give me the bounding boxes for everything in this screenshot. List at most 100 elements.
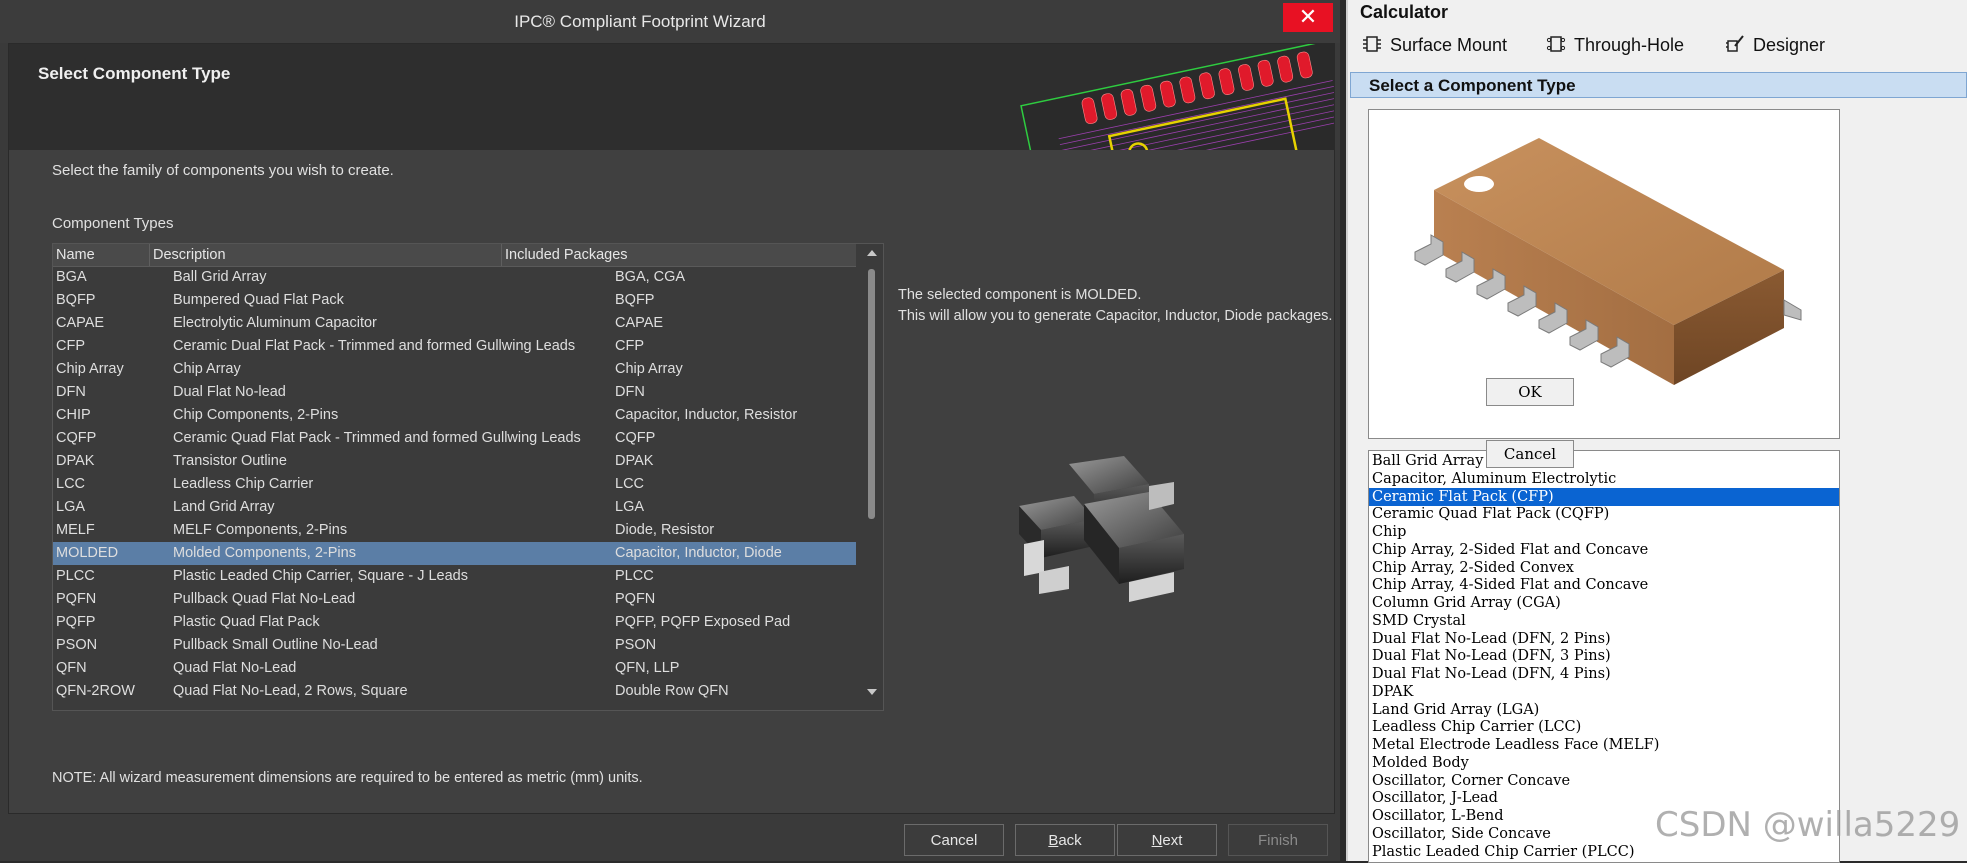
cell-name: PQFN — [56, 591, 97, 607]
cell-description: Ceramic Quad Flat Pack - Trimmed and for… — [173, 430, 581, 446]
ok-button[interactable]: OK — [1486, 378, 1574, 406]
cell-name: QFN — [56, 660, 87, 676]
scrollbar-thumb[interactable] — [868, 269, 875, 519]
section-title: Select a Component Type — [1369, 76, 1576, 95]
column-header-included-packages[interactable]: Included Packages — [502, 244, 693, 266]
cell-included-packages: Capacitor, Inductor, Diode — [615, 545, 782, 561]
table-row[interactable]: PSON Pullback Small Outline No-Lead PSON — [53, 634, 856, 657]
cell-included-packages: PQFN — [615, 591, 656, 607]
close-button[interactable]: ✕ — [1283, 3, 1333, 32]
tab-label: Surface Mount — [1390, 35, 1508, 55]
cell-included-packages: Double Row QFN — [615, 683, 729, 699]
table-row[interactable]: CAPAE Electrolytic Aluminum Capacitor CAPA… — [53, 312, 856, 335]
column-header-name[interactable]: Name — [53, 244, 150, 266]
wizard-titlebar: IPC® Compliant Footprint Wizard ✕ — [0, 0, 1340, 43]
scroll-down-icon[interactable] — [867, 689, 877, 695]
list-item[interactable]: Ceramic Quad Flat Pack (CQFP) — [1369, 505, 1839, 523]
cell-name: PSON — [56, 637, 98, 653]
cell-included-packages: PSON — [615, 637, 657, 653]
cell-included-packages: Diode, Resistor — [615, 522, 715, 538]
cancel-button[interactable]: Cancel — [904, 824, 1004, 856]
cell-name: PLCC — [56, 568, 95, 584]
cell-name: CFP — [56, 338, 85, 354]
list-item[interactable]: Oscillator, Corner Concave — [1369, 772, 1839, 790]
list-item[interactable]: Dual Flat No-Lead (DFN, 3 Pins) — [1369, 647, 1839, 665]
calculator-title: Calculator — [1360, 2, 1449, 22]
cell-name: CHIP — [56, 407, 91, 423]
cell-description: Quad Flat No-Lead — [173, 660, 297, 676]
component-types-table[interactable]: Name Description Included Packages BGA Ba… — [52, 243, 884, 711]
list-item[interactable]: Land Grid Array (LGA) — [1369, 701, 1839, 719]
cell-name: CAPAE — [56, 315, 105, 331]
pcb-footprint-illustration — [1020, 44, 1334, 150]
footprint-wizard-window: IPC® Compliant Footprint Wizard ✕ Select… — [0, 0, 1340, 861]
list-item[interactable]: Column Grid Array (CGA) — [1369, 594, 1839, 612]
list-item[interactable]: Ball Grid Array (BGA) — [1369, 452, 1839, 470]
cell-included-packages: BQFP — [615, 292, 655, 308]
tab-label: Through-Hole — [1574, 35, 1685, 55]
back-button-mnemonic: B — [1048, 832, 1059, 849]
component-type-list[interactable]: Ball Grid Array (BGA) Capacitor, Aluminum… — [1368, 450, 1840, 863]
table-row[interactable]: MELF MELF Components, 2-Pins Diode, Resist… — [53, 519, 856, 542]
cell-description: Leadless Chip Carrier — [173, 476, 314, 492]
table-row[interactable]: PLCC Plastic Leaded Chip Carrier, Square … — [53, 565, 856, 588]
table-row[interactable]: BGA Ball Grid Array BGA, CGA — [53, 266, 856, 289]
wizard-title: IPC® Compliant Footprint Wizard — [514, 12, 766, 31]
list-item[interactable]: DPAK — [1369, 683, 1839, 701]
list-item[interactable]: Chip — [1369, 523, 1839, 541]
table-row[interactable]: BQFP Bumpered Quad Flat Pack BQFP — [53, 289, 856, 312]
table-row[interactable]: CHIP Chip Components, 2-Pins Capacitor, In… — [53, 404, 856, 427]
table-row[interactable]: LCC Leadless Chip Carrier LCC — [53, 473, 856, 496]
list-item[interactable]: Chip Array, 4-Sided Flat and Concave — [1369, 576, 1839, 594]
table-row[interactable]: QFN-2ROW Quad Flat No-Lead, 2 Rows, Squar… — [53, 680, 856, 703]
tab-through-hole[interactable]: Through-Hole — [1546, 34, 1684, 56]
surface-mount-icon — [1363, 36, 1381, 52]
table-row[interactable]: MOLDED Molded Components, 2-Pins Capacitor… — [53, 542, 856, 565]
scroll-up-icon[interactable] — [867, 250, 877, 256]
table-row[interactable]: LGA Land Grid Array LGA — [53, 496, 856, 519]
tab-surface-mount[interactable]: Surface Mount — [1362, 34, 1507, 56]
table-row[interactable]: CQFP Ceramic Quad Flat Pack - Trimmed and… — [53, 427, 856, 450]
next-button-label: ext — [1162, 832, 1183, 849]
table-row[interactable]: DFN Dual Flat No-lead DFN — [53, 381, 856, 404]
table-row[interactable]: PQFP Plastic Quad Flat Pack PQFP, PQFP Exp… — [53, 611, 856, 634]
cell-description: Ceramic Dual Flat Pack - Trimmed and for… — [173, 338, 576, 354]
back-button[interactable]: Back — [1015, 824, 1115, 856]
table-row[interactable]: DPAK Transistor Outline DPAK — [53, 450, 856, 473]
finish-button[interactable]: Finish — [1228, 824, 1328, 856]
list-item[interactable]: Molded Body — [1369, 754, 1839, 772]
list-item[interactable]: Metal Electrode Leadless Face (MELF) — [1369, 736, 1839, 754]
designer-icon — [1726, 35, 1744, 52]
cell-description: Quad Flat No-Lead, 2 Rows, Square — [173, 683, 408, 699]
list-item[interactable]: Plastic Leaded Chip Carrier (PLCC) — [1369, 843, 1839, 861]
cell-included-packages: PLCC — [615, 568, 654, 584]
list-item[interactable]: Chip Array, 2-Sided Convex — [1369, 559, 1839, 577]
tab-designer[interactable]: Designer — [1725, 34, 1825, 56]
selection-info-line: This will allow you to generate Capacito… — [898, 308, 1333, 324]
next-button[interactable]: Next — [1117, 824, 1217, 856]
cell-description: Land Grid Array — [173, 499, 275, 515]
cell-description: Pullback Quad Flat No-Lead — [173, 591, 356, 607]
list-item[interactable]: Dual Flat No-Lead (DFN, 2 Pins) — [1369, 630, 1839, 648]
cell-description: Dual Flat No-lead — [173, 384, 286, 400]
cancel-button[interactable]: Cancel — [1486, 440, 1574, 468]
metric-note: NOTE: All wizard measurement dimensions … — [52, 770, 643, 786]
list-item[interactable]: Dual Flat No-Lead (DFN, 4 Pins) — [1369, 665, 1839, 683]
list-item[interactable]: Ceramic Flat Pack (CFP) — [1369, 487, 1839, 506]
list-item[interactable]: Chip Array, 2-Sided Flat and Concave — [1369, 541, 1839, 559]
table-row[interactable]: PQFN Pullback Quad Flat No-Lead PQFN — [53, 588, 856, 611]
cell-included-packages: BGA, CGA — [615, 269, 686, 285]
cell-name: PQFP — [56, 614, 96, 630]
table-scrollbar[interactable] — [863, 244, 881, 710]
list-item[interactable]: SMD Crystal — [1369, 612, 1839, 630]
cell-name: LGA — [56, 499, 86, 515]
column-header-description[interactable]: Description — [150, 244, 502, 266]
table-row[interactable]: QFN Quad Flat No-Lead QFN, LLP — [53, 657, 856, 680]
table-row[interactable]: Chip Array Chip Array Chip Array — [53, 358, 856, 381]
table-row[interactable]: CFP Ceramic Dual Flat Pack - Trimmed and … — [53, 335, 856, 358]
list-item[interactable]: Capacitor, Aluminum Electrolytic — [1369, 470, 1839, 488]
list-item[interactable]: Leadless Chip Carrier (LCC) — [1369, 718, 1839, 736]
selection-info: The selected component is MOLDED. This w… — [898, 285, 1338, 327]
next-button-mnemonic: N — [1151, 832, 1163, 849]
cell-included-packages: QFN, LLP — [615, 660, 680, 676]
